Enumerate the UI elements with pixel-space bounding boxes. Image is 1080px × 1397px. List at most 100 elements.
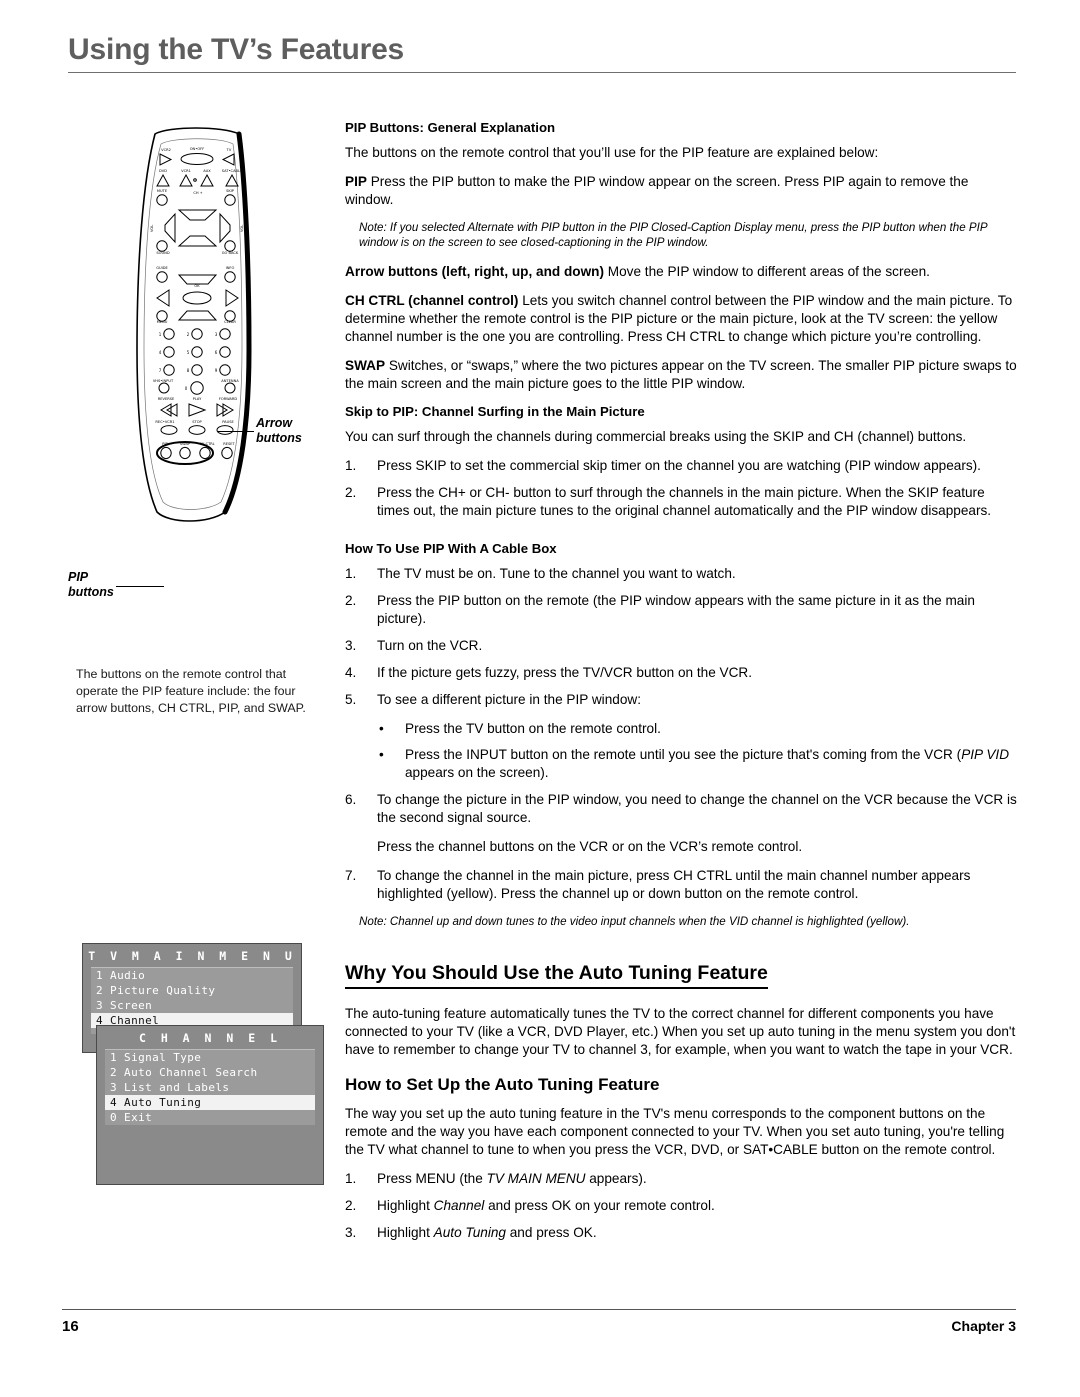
svg-text:2: 2 [187,332,190,337]
svg-text:1: 1 [159,332,162,337]
channel-item-exit[interactable]: 0 Exit [105,1110,315,1125]
bullet-dot: • [379,747,384,763]
channel-item-auto-channel-search[interactable]: 2 Auto Channel Search [105,1065,315,1080]
left-column: VCR2 ON•OFF TV DVD VCR1 AUX SAT•CABLE MU… [68,120,324,1185]
step-number: 3. [345,1224,357,1240]
chctrl-lead-label: CH CTRL (channel control) [345,293,519,309]
arrow-lead-label: Arrow buttons (left, right, up, and down… [345,264,604,280]
step-number: 1. [345,458,357,474]
svg-text:SOUND: SOUND [156,251,169,255]
svg-text:AUX: AUX [203,169,211,173]
paragraph-pip-button: PIP Press the PIP button to make the PIP… [345,173,1017,209]
step-text-pre: Press MENU (the [377,1170,487,1186]
paragraph-how-to-setup: The way you set up the auto tuning featu… [345,1105,1005,1157]
step-number: 7. [345,867,357,883]
svg-text:PLAY: PLAY [193,397,202,401]
step-number: 1. [345,1170,357,1186]
step-text-post: and press OK. [505,1224,597,1240]
step-text-italic: Channel [433,1197,485,1213]
arrow-callout-line1: Arrow [256,416,293,430]
svg-text:7: 7 [159,368,162,373]
step-number: 2. [345,1197,357,1213]
menu-item-audio[interactable]: 1 Audio [91,968,293,983]
step-text: To change the channel in the main pictur… [377,867,971,901]
step-number: 2. [345,592,357,608]
footer-page-number: 16 [62,1318,79,1335]
step-text: Press the CH+ or CH- button to surf thro… [377,485,992,519]
menu-item-screen[interactable]: 3 Screen [91,998,293,1013]
paragraph-arrow-buttons: Arrow buttons (left, right, up, and down… [345,263,1017,281]
remote-control-illustration: VCR2 ON•OFF TV DVD VCR1 AUX SAT•CABLE MU… [136,127,252,522]
step-number: 3. [345,638,357,654]
page-title: Using the TV’s Features [68,33,405,66]
paragraph-swap: SWAP Switches, or “swaps,” where the two… [345,357,1017,393]
step-number: 5. [345,692,357,708]
tv-menu-figure: T V M A I N M E N U 1 Audio 2 Picture Qu… [68,925,328,1205]
step-text: Turn on the VCR. [377,638,483,654]
svg-text:9: 9 [215,368,218,373]
list-item: • Press the TV button on the remote cont… [345,720,1017,738]
svg-text:MUTE: MUTE [157,189,168,193]
step-number: 1. [345,565,357,581]
pip-callout-line2: buttons [68,584,114,599]
svg-text:VHS•INPUT: VHS•INPUT [153,379,174,383]
page-footer: 16 Chapter 3 [62,1318,1016,1335]
svg-text:ANTENNA: ANTENNA [221,379,239,383]
svg-text:4: 4 [159,350,162,355]
paragraph-skip-intro: You can surf through the channels during… [345,428,967,444]
svg-text:6: 6 [215,350,218,355]
channel-item-list-and-labels[interactable]: 3 List and Labels [105,1080,315,1095]
svg-text:5: 5 [187,350,190,355]
step-text-italic: TV MAIN MENU [486,1170,586,1186]
svg-text:GUIDE: GUIDE [156,266,168,270]
note-channel-up-down: Note: Channel up and down tunes to the v… [359,914,910,928]
arrow-buttons-callout: Arrow buttons [256,416,302,446]
bullet-text-post: appears on the screen). [405,765,549,781]
step-text: The TV must be on. Tune to the channel y… [377,565,736,581]
document-page: Using the TV’s Features VCR2 ON•OFF TV D… [0,0,1080,1397]
svg-text:RESET: RESET [223,442,235,446]
step-number: 4. [345,665,357,681]
page-header: Using the TV’s Features [68,34,1016,73]
svg-text:REC•VCR1: REC•VCR1 [155,420,174,424]
paragraph-ch-ctrl: CH CTRL (channel control) Lets you switc… [345,292,1017,346]
channel-menu-list: 1 Signal Type 2 Auto Channel Search 3 Li… [105,1049,315,1125]
arrow-callout-line2: buttons [256,430,302,445]
heading-how-to-setup-auto-tuning: How to Set Up the Auto Tuning Feature [345,1075,660,1095]
paragraph-pip-intro: The buttons on the remote control that y… [345,144,879,160]
list-item: 2. Press the PIP button on the remote (t… [345,592,1017,628]
svg-text:CH +: CH + [193,191,202,195]
svg-text:PAUSE: PAUSE [222,420,234,424]
svg-text:STOP: STOP [192,420,202,424]
paragraph-vcr-channel-buttons: Press the channel buttons on the VCR or … [377,838,803,854]
pip-lead-label: PIP [345,173,367,189]
channel-menu-screen: C H A N N E L 1 Signal Type 2 Auto Chann… [96,1025,324,1185]
pip-buttons-callout: PIP buttons [68,570,114,600]
list-item: 7. To change the channel in the main pic… [345,867,1017,903]
step-text: To change the picture in the PIP window,… [377,791,1017,825]
swap-lead-label: SWAP [345,358,386,374]
list-item: 1. The TV must be on. Tune to the channe… [345,565,1017,583]
channel-item-signal-type[interactable]: 1 Signal Type [105,1050,315,1065]
svg-text:VOL: VOL [150,225,154,232]
menu-item-picture-quality[interactable]: 2 Picture Quality [91,983,293,998]
step-text-pre: Highlight [377,1197,434,1213]
main-content-column: PIP Buttons: General Explanation The but… [345,120,1017,1253]
step-text: Press the PIP button on the remote (the … [377,592,975,626]
step-text: If the picture gets fuzzy, press the TV/… [377,665,753,681]
bullet-dot: • [379,721,384,737]
cable-box-steps-list: 1. The TV must be on. Tune to the channe… [345,565,1017,709]
pip-callout-line1: PIP [68,570,89,584]
bullet-text: Press the TV button on the remote contro… [405,721,661,737]
channel-item-auto-tuning[interactable]: 4 Auto Tuning [105,1095,315,1110]
header-divider [68,71,1016,73]
swap-body-text: Switches, or “swaps,” where the two pict… [345,358,1017,392]
remote-control-figure: VCR2 ON•OFF TV DVD VCR1 AUX SAT•CABLE MU… [68,120,318,715]
svg-text:VOL: VOL [240,225,244,232]
paragraph-why-auto-tuning: The auto-tuning feature automatically tu… [345,1005,1016,1058]
arrow-callout-leader-line [218,431,254,433]
footer-divider [62,1309,1016,1310]
list-item: 2. Highlight Channel and press OK on you… [345,1197,1017,1215]
svg-text:INFO: INFO [226,266,235,270]
